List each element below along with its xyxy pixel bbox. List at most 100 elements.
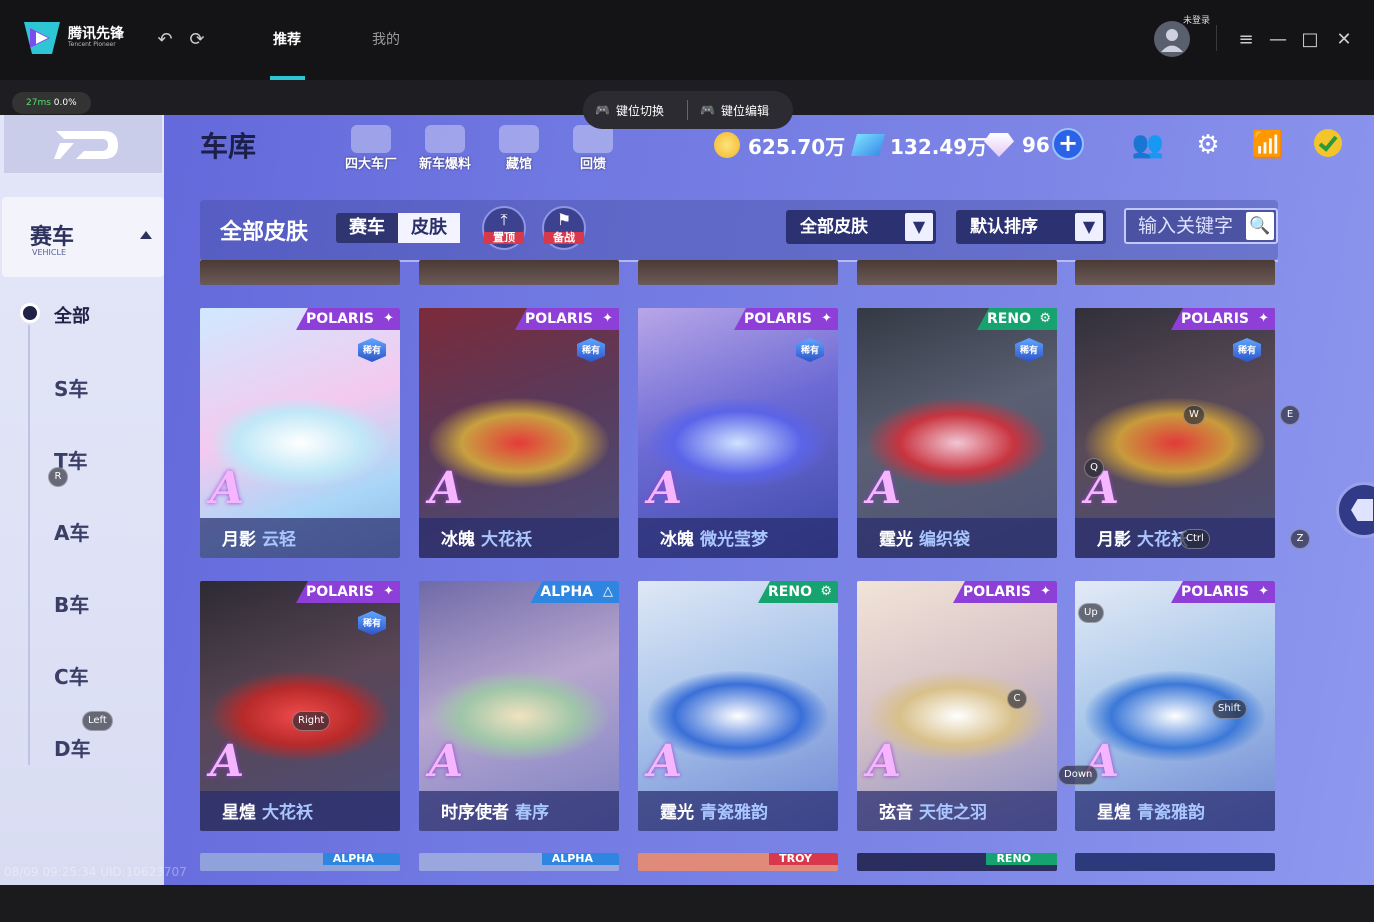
skin-filter-dropdown[interactable]: 全部皮肤 ▼: [786, 210, 936, 244]
sidebar-item-d[interactable]: D车: [54, 733, 91, 762]
sort-dropdown[interactable]: 默认排序 ▼: [956, 210, 1106, 244]
accelerator-icon[interactable]: [1310, 127, 1346, 163]
brand-name: ALPHA: [540, 584, 593, 600]
uid-watermark: 08/09 09:25:34 UID:10623707: [4, 865, 187, 879]
skin-card[interactable]: RENO ⚙ A 霆光 青瓷雅韵: [638, 581, 838, 831]
key-edit-button[interactable]: 🎮 键位编辑: [688, 102, 792, 119]
key-mapping-pill: 🎮 键位切换 🎮 键位编辑: [583, 91, 793, 129]
skin-card-partial[interactable]: ALPHA: [419, 853, 619, 871]
car-model: 星煌: [222, 803, 256, 823]
menu-icon[interactable]: ≡: [1234, 28, 1258, 52]
gift-box-icon: [573, 125, 613, 153]
grade-letter: A: [867, 736, 902, 787]
sidebar-track: [28, 325, 30, 765]
brand-name: RENO: [987, 311, 1031, 327]
minimize-icon[interactable]: —: [1266, 28, 1290, 52]
skin-card[interactable]: POLARIS ✦ 稀有 A 冰魄 大花袄: [419, 308, 619, 558]
nav-label: 新车爆料: [418, 157, 471, 172]
key-marker-up[interactable]: Up: [1078, 603, 1104, 623]
nav-label: 藏馆: [505, 157, 532, 172]
skin-card[interactable]: POLARIS ✦ 稀有 A 冰魄 微光莹梦: [638, 308, 838, 558]
maximize-icon[interactable]: □: [1298, 28, 1322, 52]
skin-card-partial[interactable]: ALPHA: [200, 853, 400, 871]
skin-card-partial[interactable]: [1075, 260, 1275, 285]
ping-value: 27ms: [26, 98, 51, 108]
brand-badge: POLARIS ✦: [1171, 581, 1275, 603]
nav-new-cars[interactable]: 新车爆料: [410, 125, 480, 172]
grade-letter: A: [210, 463, 245, 514]
grade-letter: A: [867, 463, 902, 514]
launcher-logo-icon: [24, 22, 60, 54]
skin-name: 月影 云轻: [222, 525, 296, 550]
login-status[interactable]: 未登录: [1183, 13, 1210, 26]
skin-title: 天使之羽: [919, 803, 987, 823]
close-icon[interactable]: ✕: [1332, 28, 1356, 52]
key-marker-z[interactable]: Z: [1290, 529, 1310, 549]
skin-title: 春序: [515, 803, 549, 823]
skin-card-partial[interactable]: [200, 260, 400, 285]
gear-icon[interactable]: ⚙: [1190, 127, 1226, 163]
ticket-balance: 132.49万: [851, 133, 987, 159]
add-currency-button[interactable]: +: [1052, 128, 1084, 160]
skin-card-partial[interactable]: [419, 260, 619, 285]
tab-mine[interactable]: 我的: [372, 30, 400, 50]
refresh-icon[interactable]: ⟳: [187, 30, 207, 50]
nav-rewards[interactable]: 回馈: [558, 125, 628, 172]
launcher-name: 腾讯先锋: [68, 26, 124, 42]
key-marker-right[interactable]: Right: [292, 711, 331, 731]
search-input[interactable]: 输入关键字 🔍: [1124, 208, 1278, 244]
search-icon[interactable]: 🔍: [1246, 212, 1274, 240]
polaris-star-icon: ✦: [1258, 311, 1269, 326]
nav-four-factories[interactable]: 四大车厂: [336, 125, 406, 172]
sidebar-item-c[interactable]: C车: [54, 661, 89, 690]
brand-badge: POLARIS ✦: [296, 308, 400, 330]
key-switch-button[interactable]: 🎮 键位切换: [583, 102, 687, 119]
friends-mail-icon[interactable]: 👥: [1130, 127, 1166, 163]
key-marker-w[interactable]: W: [1183, 405, 1205, 425]
skin-card-partial[interactable]: [638, 260, 838, 285]
key-marker-down[interactable]: Down: [1058, 765, 1099, 785]
nav-collection[interactable]: 藏馆: [484, 125, 554, 172]
skin-card-partial[interactable]: TROY: [638, 853, 838, 871]
key-marker-ctrl[interactable]: Ctrl: [1180, 529, 1210, 549]
key-marker-e[interactable]: E: [1280, 405, 1300, 425]
key-marker-shift[interactable]: Shift: [1212, 699, 1247, 719]
side-expand-button[interactable]: [1336, 482, 1374, 538]
skin-card[interactable]: POLARIS ✦ A 弦音 天使之羽: [857, 581, 1057, 831]
skin-card[interactable]: POLARIS ✦ 稀有 A 月影 大花袄: [1075, 308, 1275, 558]
pin-top-button[interactable]: ⤒ 置顶: [482, 206, 526, 250]
toggle-cars[interactable]: 赛车: [336, 213, 398, 243]
sidebar-item-s[interactable]: S车: [54, 373, 88, 402]
skin-card-partial[interactable]: [857, 260, 1057, 285]
grade-letter: A: [429, 463, 464, 514]
key-marker-left[interactable]: Left: [82, 711, 113, 731]
brand-badge: POLARIS ✦: [1171, 308, 1275, 330]
tab-recommend[interactable]: 推荐: [273, 30, 301, 50]
coin-value: 625.70万: [748, 134, 846, 159]
toggle-skins[interactable]: 皮肤: [398, 213, 460, 243]
game-logo[interactable]: [4, 115, 162, 173]
sidebar-item-b[interactable]: B车: [54, 589, 89, 618]
skin-card-partial[interactable]: [1075, 853, 1275, 871]
sidebar-item-all[interactable]: 全部: [54, 302, 90, 328]
game-logo-icon: [54, 131, 118, 159]
skin-name: 月影 大花袄: [1097, 525, 1188, 550]
undo-icon[interactable]: ↶: [155, 30, 175, 50]
avatar[interactable]: [1154, 21, 1190, 57]
diamond-balance: 96: [984, 133, 1050, 157]
skin-card-partial[interactable]: RENO: [857, 853, 1057, 871]
skin-card[interactable]: POLARIS ✦ 稀有 A 星煌 大花袄: [200, 581, 400, 831]
category-selector[interactable]: 赛车 VEHICLE: [2, 197, 164, 277]
sidebar-item-a[interactable]: A车: [54, 517, 89, 546]
skin-card[interactable]: POLARIS ✦ 稀有 A 月影 云轻: [200, 308, 400, 558]
car-model: 冰魄: [660, 530, 694, 550]
grade-letter: A: [210, 736, 245, 787]
key-marker-c[interactable]: C: [1007, 689, 1027, 709]
prepare-battle-button[interactable]: ⚑ 备战: [542, 206, 586, 250]
skin-card[interactable]: RENO ⚙ 稀有 A 霆光 编织袋: [857, 308, 1057, 558]
skin-card[interactable]: ALPHA △ A 时序使者 春序: [419, 581, 619, 831]
car-model: 月影: [1097, 530, 1131, 550]
key-marker-r[interactable]: R: [48, 467, 68, 487]
key-marker-q[interactable]: Q: [1084, 458, 1104, 478]
alpha-triangle-icon: △: [603, 584, 613, 599]
